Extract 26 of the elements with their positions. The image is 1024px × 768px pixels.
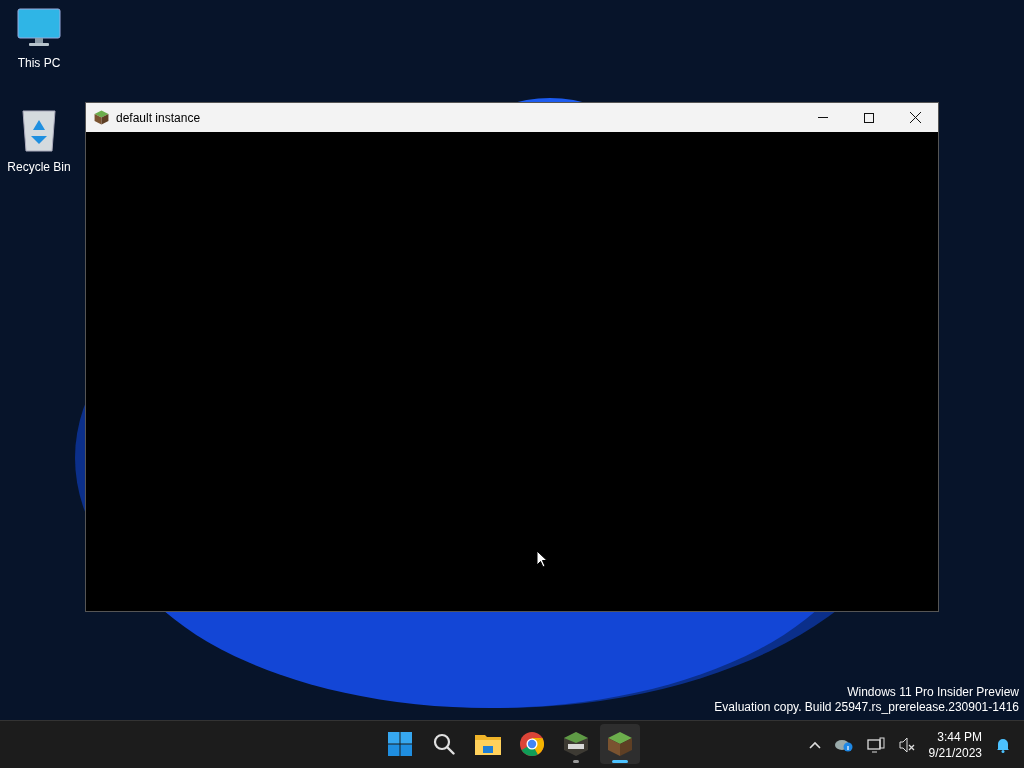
folder-icon — [475, 733, 501, 755]
desktop-icon-label[interactable]: Recycle Bin — [7, 158, 71, 176]
grass-block-icon — [94, 110, 109, 125]
monitor-icon — [17, 8, 61, 48]
taskbar-app-button[interactable] — [600, 724, 640, 764]
cloud-info-icon[interactable] — [834, 737, 853, 752]
mouse-pointer-icon — [536, 550, 548, 568]
browser-logo-icon — [520, 732, 544, 756]
close-icon — [909, 112, 921, 123]
network-icon[interactable] — [866, 736, 885, 753]
maximize-icon — [864, 112, 874, 123]
grass-block-icon — [607, 731, 633, 757]
windows-logo-icon — [388, 732, 412, 756]
grass-block-badge-icon — [563, 731, 589, 757]
chevron-up-icon[interactable] — [808, 740, 821, 749]
search-icon — [433, 733, 455, 755]
notification-bell-icon[interactable] — [996, 736, 1010, 753]
edition-notice-text: Evaluation copy. Build 25947.rs_prerelease.230901-1416 — [714, 700, 1019, 715]
desktop-icon-label[interactable]: This PC — [17, 54, 61, 72]
edition-notice-text: Windows 11 Pro Insider Preview — [847, 685, 1019, 700]
clock-time[interactable]: 3:44 PM — [937, 728, 982, 745]
clock-date[interactable]: 9/21/2023 — [928, 744, 982, 761]
recycle-bin-icon — [21, 108, 57, 152]
minimize-icon — [818, 117, 828, 118]
window-title: default instance — [116, 109, 201, 127]
speaker-muted-icon[interactable] — [898, 736, 915, 753]
